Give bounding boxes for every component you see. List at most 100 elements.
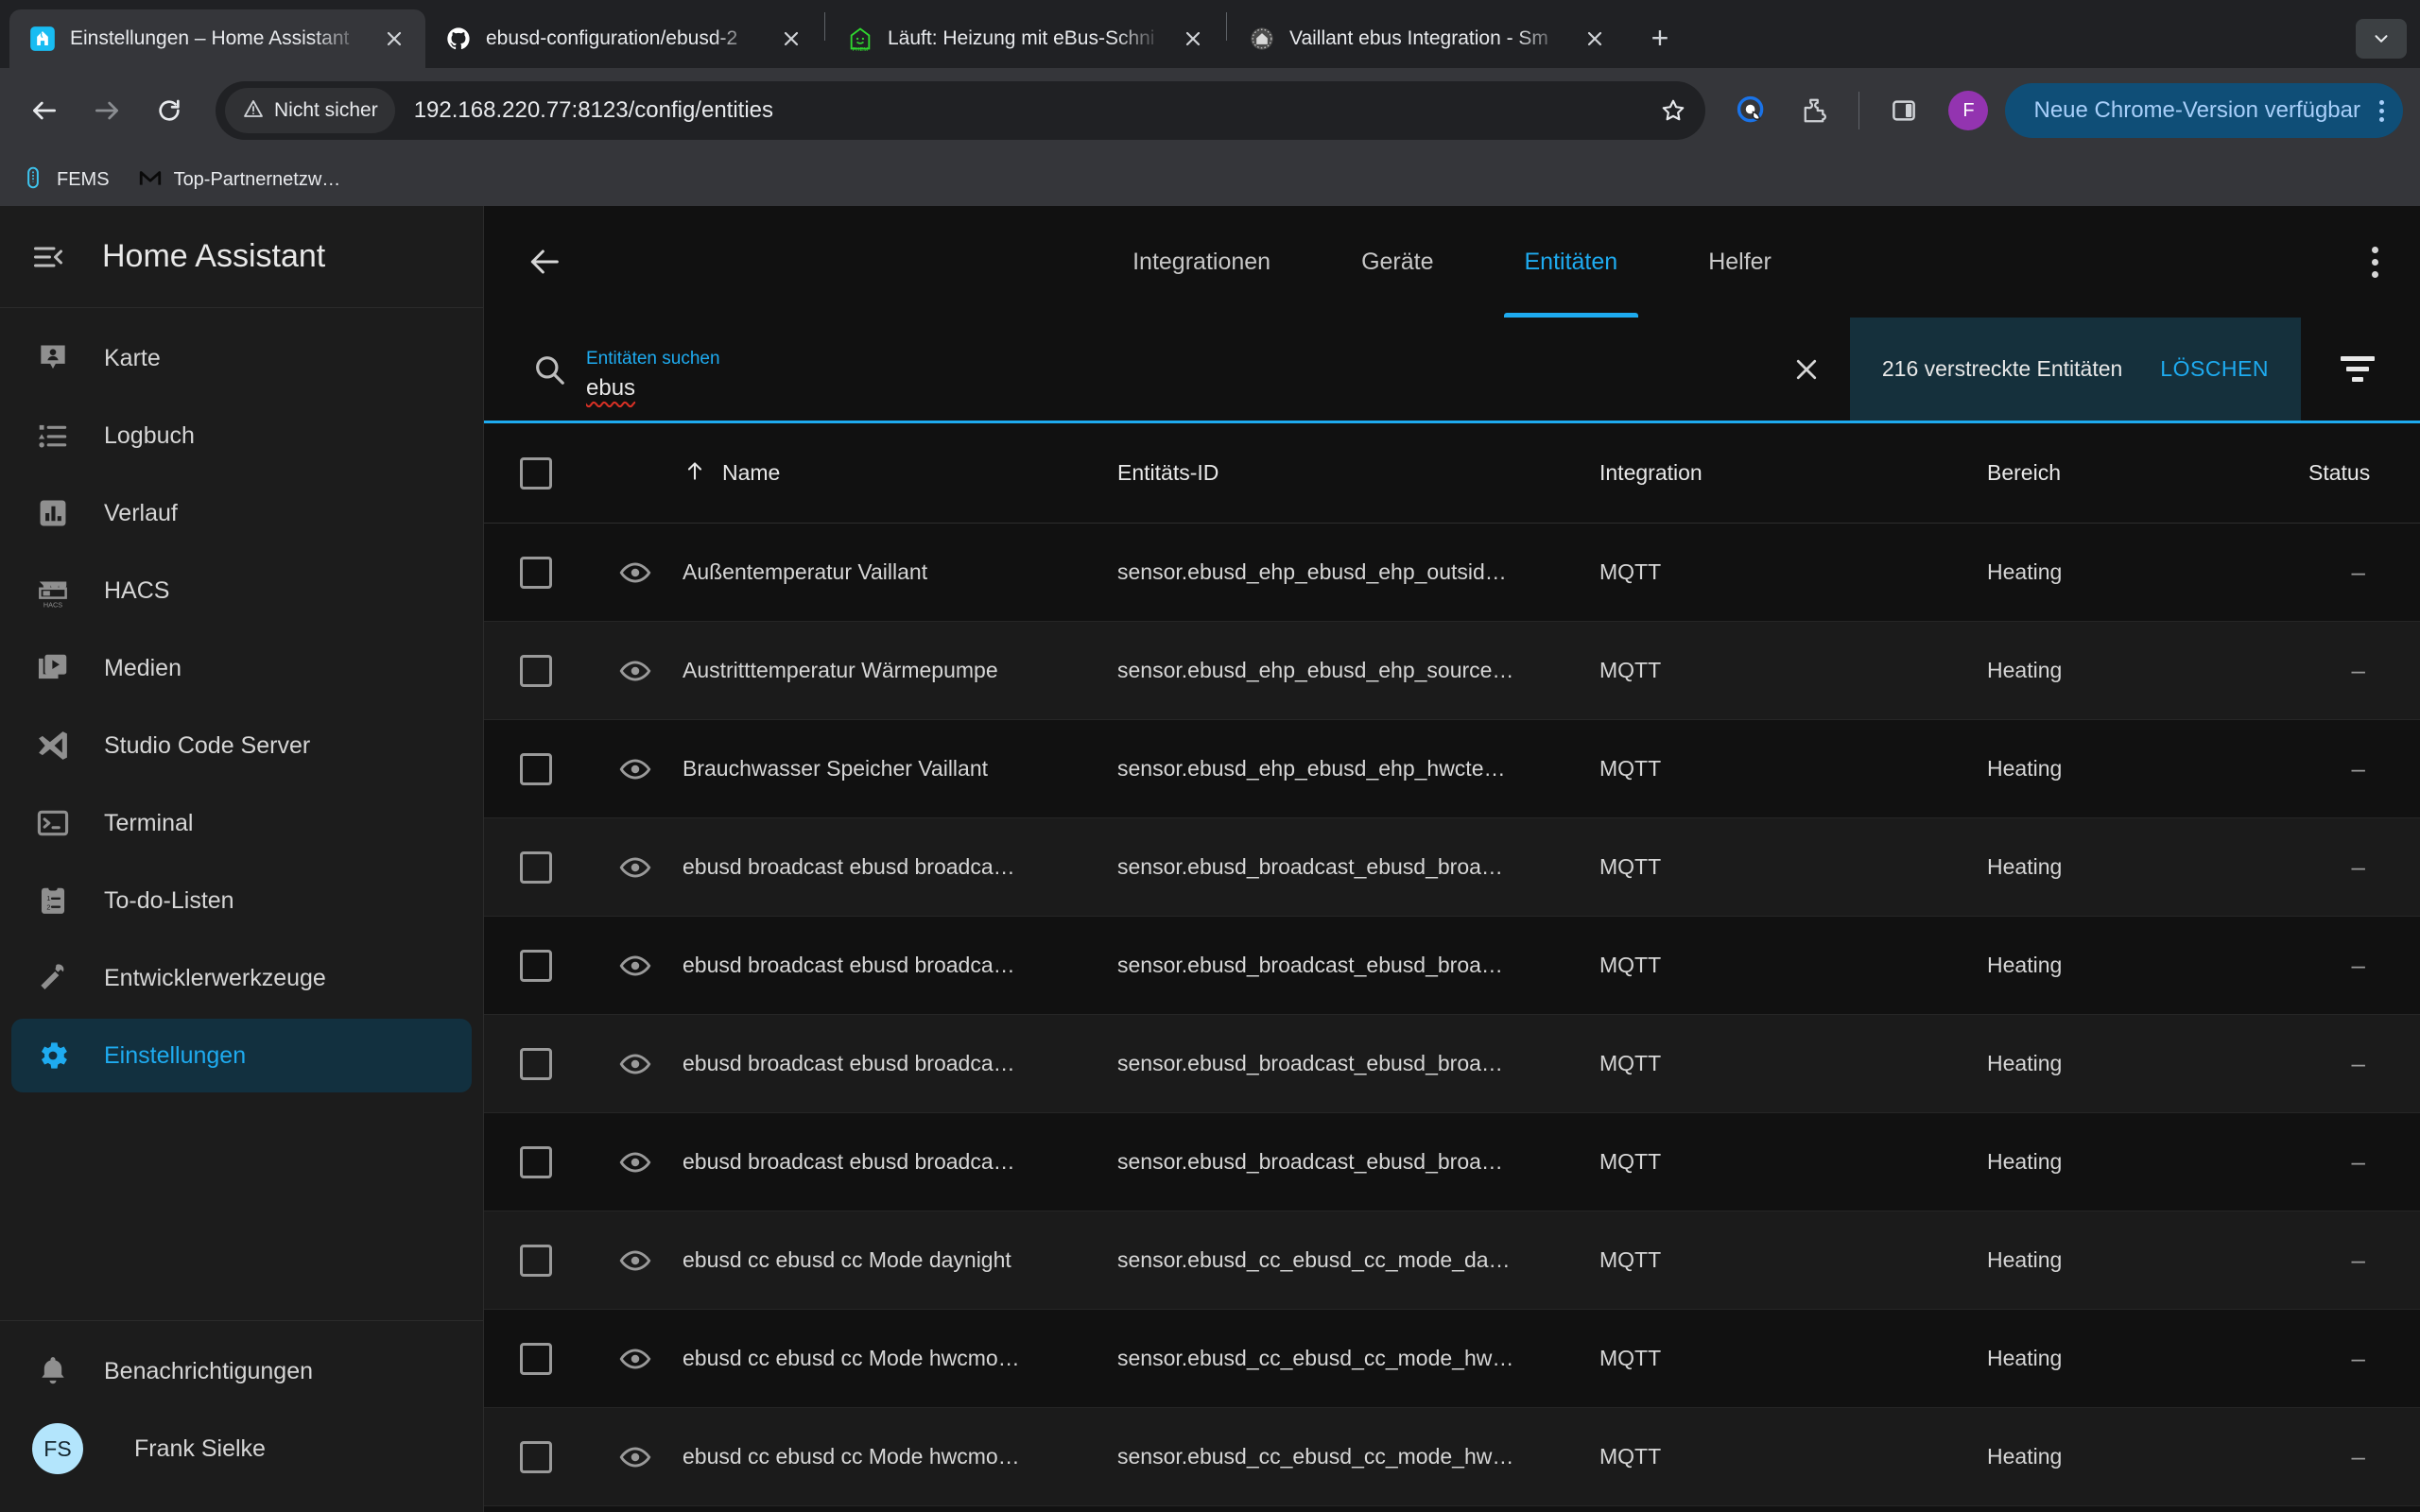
visibility-eye-icon[interactable] — [588, 1146, 683, 1178]
search-input[interactable]: Entitäten suchen ebus — [586, 318, 1763, 421]
menu-collapse-icon[interactable] — [26, 240, 70, 274]
sidebar-item-hacs[interactable]: HACS HACS — [11, 554, 472, 627]
browser-tab-3[interactable]: Vaillant ebus Integration - Sm — [1229, 9, 1626, 68]
tab-entitaeten[interactable]: Entitäten — [1479, 206, 1664, 318]
cell-name: Brauchwasser Speicher Vaillant — [683, 756, 1117, 782]
bookmark-label: Top-Partnernetzw… — [174, 169, 341, 191]
table-row[interactable]: Brauchwasser Speicher Vaillantsensor.ebu… — [484, 720, 2420, 818]
sidebar-item-studio-code-server[interactable]: Studio Code Server — [11, 709, 472, 782]
table-row[interactable]: ebusd broadcast ebusd broadca…sensor.ebu… — [484, 818, 2420, 917]
tab-strip: Einstellungen – Home Assistant ebusd-con… — [0, 0, 2420, 68]
visibility-eye-icon[interactable] — [588, 655, 683, 687]
visibility-eye-icon[interactable] — [588, 1048, 683, 1080]
back-icon[interactable] — [17, 83, 72, 138]
tab-separator — [824, 12, 825, 41]
sidebar-item-label: Benachrichtigungen — [104, 1358, 313, 1385]
visibility-eye-icon[interactable] — [588, 950, 683, 982]
dots-vertical-icon[interactable] — [2372, 100, 2392, 122]
sidebar-item-verlauf[interactable]: Verlauf — [11, 476, 472, 550]
sidebar-item-medien[interactable]: Medien — [11, 631, 472, 705]
reload-icon[interactable] — [142, 83, 197, 138]
column-header-integration[interactable]: Integration — [1599, 460, 1987, 486]
browser-tab-2[interactable]: FHEM Läuft: Heizung mit eBus-Schni — [827, 9, 1224, 68]
arrow-left-icon[interactable] — [516, 233, 573, 290]
bookmark-item-partnernetzwerk[interactable]: Top-Partnernetzw… — [138, 165, 341, 195]
table-row[interactable]: ebusd broadcast ebusd broadca…sensor.ebu… — [484, 917, 2420, 1015]
column-header-entity-id[interactable]: Entitäts-ID — [1117, 460, 1599, 486]
visibility-eye-icon[interactable] — [588, 1441, 683, 1473]
clear-hidden-button[interactable]: LÖSCHEN — [2160, 356, 2269, 382]
table-row[interactable]: ebusd cc ebusd cc Mode hwcmo…sensor.ebus… — [484, 1408, 2420, 1506]
map-marker-account-icon — [32, 340, 74, 376]
chrome-update-button[interactable]: Neue Chrome-Version verfügbar — [2005, 83, 2403, 138]
sidebar-item-to-do-listen[interactable]: 12 To-do-Listen — [11, 864, 472, 937]
visibility-eye-icon[interactable] — [588, 1343, 683, 1375]
chart-box-icon — [32, 495, 74, 531]
chevron-down-icon[interactable] — [2356, 19, 2407, 59]
column-header-status[interactable]: Status — [2308, 460, 2420, 486]
row-checkbox[interactable] — [484, 1441, 588, 1473]
tab-helfer[interactable]: Helfer — [1663, 206, 1817, 318]
row-checkbox[interactable] — [484, 557, 588, 589]
cell-name: ebusd broadcast ebusd broadca… — [683, 953, 1117, 978]
extension-puzzle-blue-icon[interactable] — [1724, 83, 1779, 138]
row-checkbox[interactable] — [484, 1245, 588, 1277]
visibility-eye-icon[interactable] — [588, 851, 683, 884]
sidebar-item-label: Terminal — [104, 810, 193, 837]
table-row[interactable]: Austritttemperatur Wärmepumpesensor.ebus… — [484, 622, 2420, 720]
cell-entity-id: sensor.ebusd_cc_ebusd_cc_mode_hw… — [1117, 1346, 1599, 1371]
close-icon[interactable] — [1782, 345, 1831, 394]
browser-tab-0[interactable]: Einstellungen – Home Assistant — [9, 9, 425, 68]
sidebar-item-karte[interactable]: Karte — [11, 321, 472, 395]
extensions-icon[interactable] — [1787, 83, 1841, 138]
entities-table: Name Entitäts-ID Integration Bereich Sta… — [484, 423, 2420, 1512]
sidebar-item-benachrichtigungen[interactable]: Benachrichtigungen — [11, 1334, 472, 1408]
row-checkbox[interactable] — [484, 851, 588, 884]
forward-icon[interactable] — [79, 83, 134, 138]
sidebar-item-user[interactable]: FS Frank Sielke — [11, 1412, 472, 1486]
side-panel-icon[interactable] — [1876, 83, 1931, 138]
profile-avatar[interactable]: F — [1948, 91, 1988, 130]
row-checkbox[interactable] — [484, 753, 588, 785]
row-checkbox[interactable] — [484, 1048, 588, 1080]
close-icon[interactable] — [775, 23, 807, 55]
visibility-eye-icon[interactable] — [588, 1245, 683, 1277]
visibility-eye-icon[interactable] — [588, 753, 683, 785]
bookmark-star-icon[interactable] — [1649, 86, 1698, 135]
close-icon[interactable] — [1579, 23, 1611, 55]
bookmark-label: FEMS — [57, 169, 110, 191]
row-checkbox[interactable] — [484, 1146, 588, 1178]
close-icon[interactable] — [1177, 23, 1209, 55]
table-row[interactable]: ebusd broadcast ebusd broadca…sensor.ebu… — [484, 1015, 2420, 1113]
tab-geraete[interactable]: Geräte — [1316, 206, 1478, 318]
cell-status: – — [2308, 754, 2420, 783]
visibility-eye-icon[interactable] — [588, 557, 683, 589]
column-header-name[interactable]: Name — [683, 458, 1117, 489]
cell-integration: MQTT — [1599, 1444, 1987, 1469]
sidebar-item-entwicklerwerkzeuge[interactable]: Entwicklerwerkzeuge — [11, 941, 472, 1015]
sidebar-item-logbuch[interactable]: Logbuch — [11, 399, 472, 472]
sidebar-item-terminal[interactable]: Terminal — [11, 786, 472, 860]
omnibox[interactable]: Nicht sicher 192.168.220.77:8123/config/… — [216, 81, 1705, 140]
select-all-checkbox[interactable] — [484, 457, 588, 490]
filter-variant-icon[interactable] — [2327, 356, 2388, 382]
dots-vertical-icon[interactable] — [2362, 233, 2388, 291]
bookmark-item-fems[interactable]: FEMS — [21, 165, 110, 195]
cell-status: – — [2308, 951, 2420, 980]
column-header-area[interactable]: Bereich — [1987, 460, 2308, 486]
table-row[interactable]: Außentemperatur Vaillantsensor.ebusd_ehp… — [484, 524, 2420, 622]
table-row[interactable]: ebusd cc ebusd cc Mode daynightsensor.eb… — [484, 1211, 2420, 1310]
table-row[interactable]: ebusd broadcast ebusd broadca…sensor.ebu… — [484, 1113, 2420, 1211]
close-icon[interactable] — [378, 23, 410, 55]
browser-tab-1[interactable]: ebusd-configuration/ebusd-2 — [425, 9, 822, 68]
security-badge[interactable]: Nicht sicher — [225, 88, 395, 133]
row-checkbox[interactable] — [484, 1343, 588, 1375]
table-row[interactable]: ebusd cc ebusd cc Mode hwcmo…sensor.ebus… — [484, 1310, 2420, 1408]
row-checkbox[interactable] — [484, 655, 588, 687]
tab-integrationen[interactable]: Integrationen — [1087, 206, 1316, 318]
new-tab-button[interactable]: + — [1637, 15, 1683, 60]
cell-area: Heating — [1987, 1346, 2308, 1371]
row-checkbox[interactable] — [484, 950, 588, 982]
address-bar-url[interactable]: 192.168.220.77:8123/config/entities — [414, 97, 1650, 124]
sidebar-item-einstellungen[interactable]: Einstellungen — [11, 1019, 472, 1092]
